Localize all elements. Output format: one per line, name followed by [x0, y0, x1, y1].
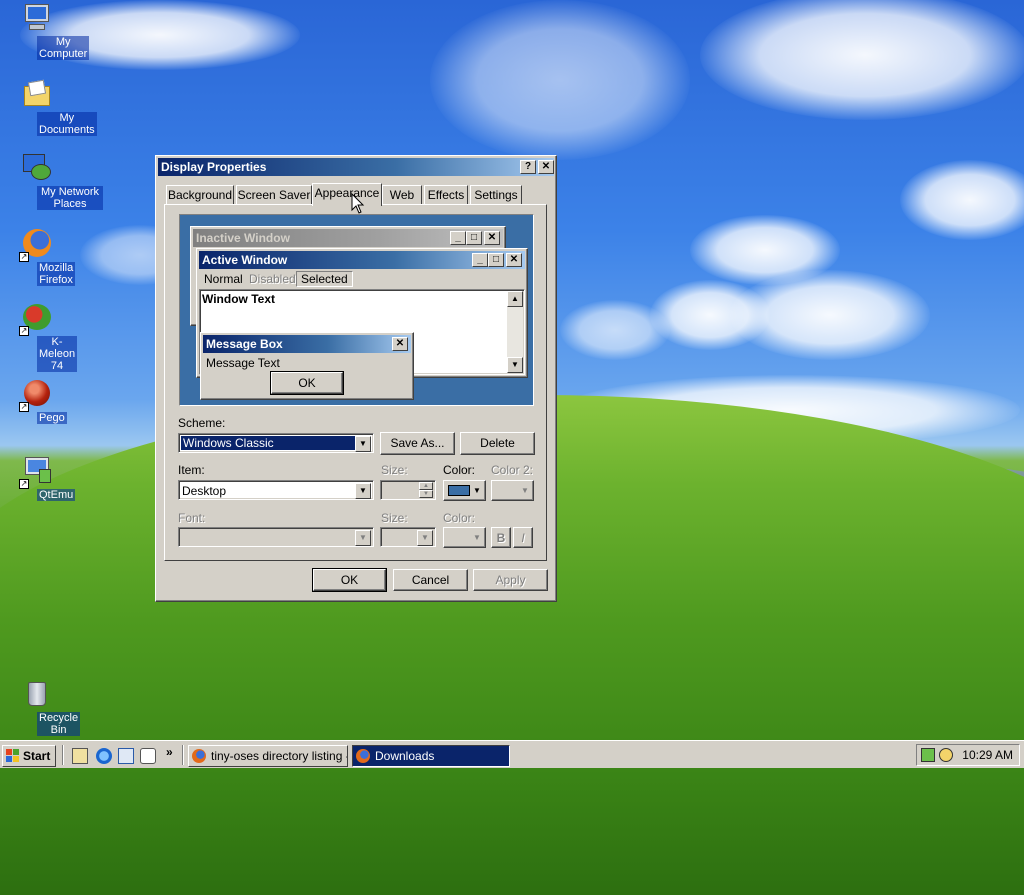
firefox-icon: [356, 749, 370, 763]
network-icon: [21, 152, 53, 184]
desktop-icon-my-computer[interactable]: My Computer: [0, 2, 90, 60]
desktop-icon-k-meleon[interactable]: ↗ K-Meleon 74: [0, 302, 78, 372]
cancel-button[interactable]: Cancel: [393, 569, 468, 591]
font-size-label: Size:: [381, 511, 408, 525]
scroll-down-icon: ▼: [507, 357, 523, 373]
network-tray-icon[interactable]: [921, 748, 935, 762]
preview-window-text: Window Text: [202, 292, 275, 306]
preview-msgbox-text: Message Text: [206, 356, 280, 370]
taskbar: Start » tiny-oses directory listing - ..…: [0, 740, 1024, 768]
font-label: Font:: [178, 511, 206, 525]
desktop-icon-recycle-bin[interactable]: Recycle Bin: [0, 678, 81, 736]
system-tray: 10:29 AM: [916, 744, 1020, 766]
apply-button: Apply: [473, 569, 548, 591]
kmeleon-icon: ↗: [19, 302, 53, 336]
scheme-label: Scheme:: [178, 416, 226, 430]
window-title: Display Properties: [161, 160, 267, 174]
preview-scrollbar: ▲ ▼: [507, 291, 523, 373]
volume-tray-icon[interactable]: [939, 748, 953, 762]
window-title-bar[interactable]: Display Properties: [158, 158, 554, 176]
tab-web[interactable]: Web: [382, 185, 422, 205]
preview-active-close-icon: ✕: [506, 253, 522, 267]
tab-background[interactable]: Background: [166, 185, 234, 205]
mouse-cursor-icon: [351, 193, 365, 214]
font-color-label: Color:: [443, 511, 476, 525]
chevron-down-icon[interactable]: ▼: [355, 436, 371, 452]
folder-icon: [21, 78, 53, 110]
preview-msgbox-close-icon: ✕: [392, 337, 408, 351]
ok-button[interactable]: OK: [312, 568, 387, 592]
preview-menu-normal: Normal: [204, 272, 243, 286]
font-dropdown: ▼: [178, 527, 374, 547]
windows-logo-icon: [6, 749, 20, 763]
start-button[interactable]: Start: [2, 745, 56, 767]
preview-active-maximize-icon: □: [488, 253, 504, 267]
delete-button[interactable]: Delete: [460, 432, 535, 455]
close-button[interactable]: ✕: [538, 160, 554, 174]
font-color-picker: ▼: [443, 527, 486, 548]
tab-settings[interactable]: Settings: [470, 185, 522, 205]
scheme-value: Windows Classic: [181, 436, 355, 450]
help-button[interactable]: ?: [520, 160, 536, 174]
quick-launch-chevron[interactable]: »: [166, 745, 173, 759]
task-downloads[interactable]: Downloads: [352, 745, 510, 767]
tab-appearance[interactable]: Appearance: [312, 183, 382, 206]
desktop-icon-my-network-places[interactable]: My Network Places: [0, 152, 103, 210]
chevron-down-icon[interactable]: ▼: [355, 483, 371, 499]
font-size-dropdown: ▼: [380, 527, 436, 547]
preview-menu-selected: Selected: [296, 271, 353, 287]
item-label: Item:: [178, 463, 205, 477]
preview-close-icon: ✕: [484, 231, 500, 245]
pego-icon: ↗: [19, 378, 53, 412]
firefox-icon: [192, 749, 206, 763]
bold-button: B: [491, 527, 511, 548]
desktop-icon-my-documents[interactable]: My Documents: [0, 78, 97, 136]
spinner-up-icon: ▲: [419, 482, 433, 490]
desktop-icon-pego[interactable]: ↗ Pego: [0, 378, 74, 424]
preview-maximize-icon: □: [466, 231, 482, 245]
taskbar-separator: [182, 745, 184, 765]
qtemu-icon: ↗: [19, 455, 53, 489]
chevron-down-icon: ▼: [473, 486, 481, 495]
show-desktop-icon[interactable]: [72, 748, 88, 764]
task-tiny-oses[interactable]: tiny-oses directory listing - ...: [188, 745, 348, 767]
preview-active-minimize-icon: _: [472, 253, 488, 267]
color-swatch: [448, 485, 470, 496]
item-color-picker[interactable]: ▼: [443, 480, 486, 501]
preview-msgbox-ok: OK: [270, 371, 344, 395]
chevron-down-icon: ▼: [473, 533, 481, 542]
firefox-icon: ↗: [19, 228, 53, 262]
desktop-icon-qtemu[interactable]: ↗ QtEmu: [0, 455, 76, 501]
preview-menu-disabled: Disabled: [249, 272, 296, 286]
item-color2-label: Color 2:: [491, 463, 534, 477]
ie-icon[interactable]: [96, 748, 112, 764]
outlook-icon[interactable]: [118, 748, 134, 764]
recycle-bin-icon: [21, 678, 53, 710]
italic-button: I: [513, 527, 533, 548]
item-size-label: Size:: [381, 463, 408, 477]
chevron-down-icon: ▼: [417, 530, 433, 546]
clock[interactable]: 10:29 AM: [962, 748, 1013, 762]
scheme-dropdown[interactable]: Windows Classic ▼: [178, 433, 374, 453]
taskbar-separator: [62, 745, 64, 765]
preview-minimize-icon: _: [450, 231, 466, 245]
chevron-down-icon: ▼: [355, 530, 371, 546]
chevron-down-icon: ▼: [521, 486, 529, 495]
save-as-button[interactable]: Save As...: [380, 432, 455, 455]
item-color-label: Color:: [443, 463, 476, 477]
item-size-spinner: ▲ ▼: [380, 480, 436, 500]
item-color2-picker: ▼: [491, 480, 534, 501]
item-dropdown[interactable]: Desktop ▼: [178, 480, 374, 500]
computer-icon: [21, 2, 53, 34]
desktop-icon-mozilla-firefox[interactable]: ↗ Mozilla Firefox: [0, 228, 76, 286]
item-value: Desktop: [182, 484, 227, 498]
search-icon[interactable]: [140, 748, 156, 764]
spinner-down-icon: ▼: [419, 490, 433, 498]
tab-screen-saver[interactable]: Screen Saver: [236, 185, 312, 205]
scroll-up-icon: ▲: [507, 291, 523, 307]
tab-effects[interactable]: Effects: [424, 185, 468, 205]
preview-msgbox-caption: Message Box: [203, 335, 411, 353]
